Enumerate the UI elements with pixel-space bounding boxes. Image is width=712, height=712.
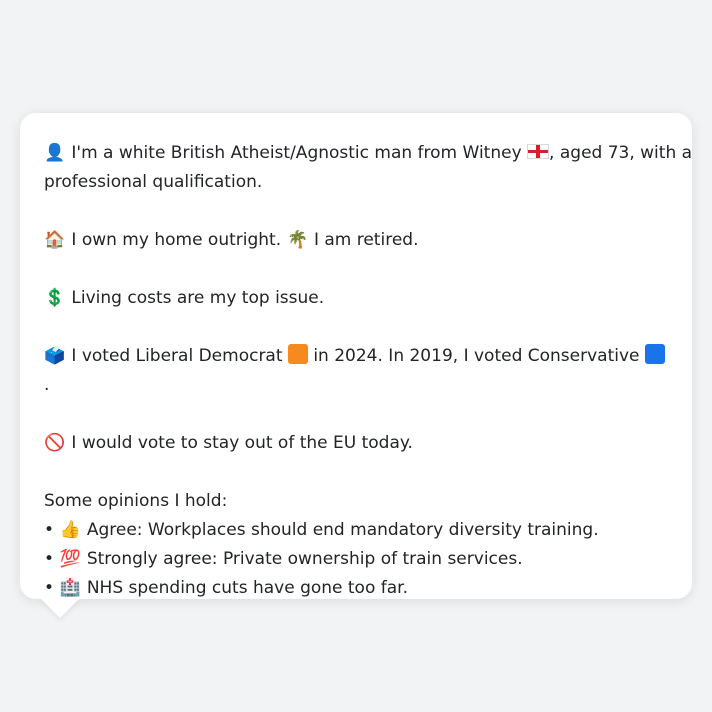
opinion-item: • 👍 Agree: Workplaces should end mandato… <box>44 516 668 545</box>
retired-text: I am retired. <box>313 230 419 250</box>
opinion-text: Agree: Workplaces should end mandatory d… <box>86 520 599 540</box>
palm-tree-icon: 🌴 <box>286 230 309 250</box>
home-text: I own my home outright. <box>71 230 282 250</box>
blue-square-icon <box>644 344 665 364</box>
bullet: • <box>44 578 55 598</box>
thumbs-up-icon: 👍 <box>59 520 82 540</box>
england-flag-icon <box>527 144 550 159</box>
intro-age-text: , aged 73, with a <box>549 143 693 163</box>
ballot-box-icon: 🗳️ <box>44 346 66 366</box>
speech-bubble-tail <box>40 598 80 618</box>
home-line: 🏠 I own my home outright. 🌴 I am retired… <box>44 226 668 255</box>
opinion-item: • 💯 Strongly agree: Private ownership of… <box>44 545 668 574</box>
vote-line: 🗳️ I voted Liberal Democrat in 2024. In … <box>44 342 668 400</box>
bullet: • <box>44 520 55 540</box>
house-icon: 🏠 <box>44 230 66 250</box>
intro-line-2: professional qualification. <box>44 172 263 192</box>
dollar-icon: 💲 <box>44 288 66 308</box>
intro-text: I'm a white British Atheist/Agnostic man… <box>71 143 522 163</box>
bullet: • <box>44 549 55 569</box>
orange-square-icon <box>287 344 308 364</box>
vote-text-2019: in 2024. In 2019, I voted Conservative <box>313 346 640 366</box>
person-icon: 👤 <box>44 143 66 163</box>
eu-text: I would vote to stay out of the EU today… <box>71 433 413 453</box>
eu-line: 🚫 I would vote to stay out of the EU tod… <box>44 429 668 458</box>
prohibited-icon: 🚫 <box>44 433 66 453</box>
opinions-heading: Some opinions I hold: <box>44 491 228 511</box>
hundred-points-icon: 💯 <box>59 549 82 569</box>
issue-line: 💲 Living costs are my top issue. <box>44 284 668 313</box>
opinion-item: • 🏥 NHS spending cuts have gone too far. <box>44 574 668 603</box>
vote-period: . <box>44 375 50 395</box>
persona-card: 👤 I'm a white British Atheist/Agnostic m… <box>20 113 692 599</box>
issue-text: Living costs are my top issue. <box>71 288 325 308</box>
vote-text-2024: I voted Liberal Democrat <box>71 346 283 366</box>
opinion-text: Strongly agree: Private ownership of tra… <box>86 549 523 569</box>
opinion-text: NHS spending cuts have gone too far. <box>86 578 409 598</box>
intro-line: 👤 I'm a white British Atheist/Agnostic m… <box>44 139 692 168</box>
